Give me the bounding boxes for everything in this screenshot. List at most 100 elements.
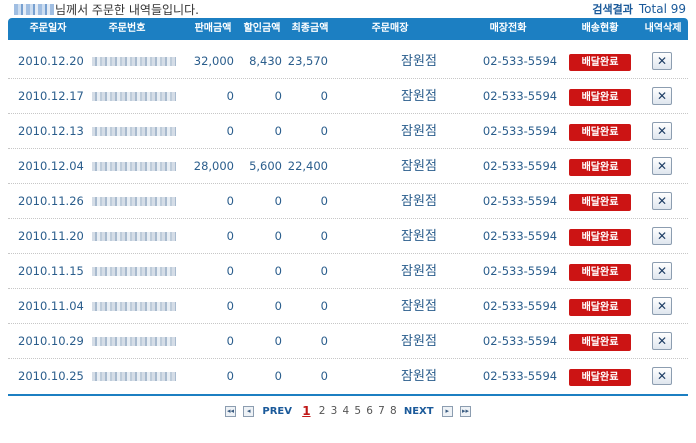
page-link[interactable]: 2: [319, 405, 326, 417]
delete-cell: ✕: [652, 149, 672, 184]
order-store: 잠원점: [401, 194, 437, 209]
order-number[interactable]: [92, 149, 178, 184]
order-store: 잠원점: [401, 229, 437, 244]
prev-page-icon[interactable]: ◂: [243, 405, 255, 417]
page-link[interactable]: 8: [390, 405, 397, 417]
order-number[interactable]: [92, 359, 178, 394]
store-phone: 02-533-5594: [482, 89, 558, 103]
page-link[interactable]: 5: [354, 405, 361, 417]
delete-icon[interactable]: ✕: [652, 157, 672, 175]
col-order-number: 주문번호: [108, 23, 146, 34]
page-link[interactable]: 7: [378, 405, 385, 417]
status-badge: 배달완료: [569, 54, 631, 71]
next-link[interactable]: NEXT: [404, 406, 434, 417]
delete-icon[interactable]: ✕: [652, 367, 672, 385]
final-amount: 0: [320, 369, 328, 383]
status-badge: 배달완료: [569, 334, 631, 351]
table-row: 2010.12.04 28,000 5,600 22,400 잠원점 02-53…: [8, 149, 688, 184]
delete-icon[interactable]: ✕: [652, 87, 672, 105]
status-badge: 배달완료: [569, 194, 631, 211]
delete-cell: ✕: [652, 44, 672, 79]
delete-cell: ✕: [652, 324, 672, 359]
order-number[interactable]: [92, 184, 178, 219]
discount-amount: 0: [274, 369, 282, 383]
order-number[interactable]: [92, 254, 178, 289]
store-phone: 02-533-5594: [482, 124, 558, 138]
delete-cell: ✕: [652, 359, 672, 394]
discount-amount: 0: [274, 334, 282, 348]
sale-amount: 0: [226, 264, 234, 278]
order-store: 잠원점: [401, 159, 437, 174]
status-badge: 배달완료: [569, 264, 631, 281]
store-phone: 02-533-5594: [482, 194, 558, 208]
col-delivery-status: 배송현황: [581, 23, 619, 34]
pagination: ◂◂ ◂ PREV 1 2 3 4 5 6 7 8 NEXT ▸ ▸▸: [0, 404, 696, 422]
delete-icon[interactable]: ✕: [652, 332, 672, 350]
order-number[interactable]: [92, 219, 178, 254]
page-link[interactable]: 6: [366, 405, 373, 417]
col-order-store: 주문매장: [371, 23, 409, 34]
last-page-icon[interactable]: ▸▸: [459, 405, 471, 417]
store-phone: 02-533-5594: [482, 334, 558, 348]
greeting: 님께서 주문한 내역들입니다.: [14, 1, 199, 18]
status-badge: 배달완료: [569, 124, 631, 141]
blurred-order-number: [92, 267, 176, 276]
sale-amount: 0: [226, 194, 234, 208]
col-sale-amount: 판매금액: [194, 23, 232, 34]
order-number[interactable]: [92, 289, 178, 324]
blurred-order-number: [92, 162, 176, 171]
delete-icon[interactable]: ✕: [652, 297, 672, 315]
first-page-icon[interactable]: ◂◂: [225, 405, 237, 417]
col-order-date: 주문일자: [29, 23, 67, 34]
order-number[interactable]: [92, 79, 178, 114]
sale-amount: 0: [226, 124, 234, 138]
order-store: 잠원점: [401, 264, 437, 279]
delivery-status: 배달완료: [569, 219, 631, 254]
sale-amount: 0: [226, 299, 234, 313]
delivery-status: 배달완료: [569, 289, 631, 324]
status-badge: 배달완료: [569, 159, 631, 176]
delete-icon[interactable]: ✕: [652, 262, 672, 280]
store-phone: 02-533-5594: [482, 54, 558, 68]
delete-cell: ✕: [652, 219, 672, 254]
prev-link[interactable]: PREV: [262, 406, 292, 417]
discount-amount: 0: [274, 124, 282, 138]
order-date: 2010.11.26: [18, 194, 84, 208]
order-number[interactable]: [92, 44, 178, 79]
table-row: 2010.11.15 0 0 0 잠원점 02-533-5594 배달완료 ✕: [8, 254, 688, 289]
col-discount-amount: 할인금액: [243, 23, 281, 34]
page-link-current[interactable]: 1: [302, 404, 310, 418]
store-phone: 02-533-5594: [482, 264, 558, 278]
blurred-order-number: [92, 57, 176, 66]
order-number[interactable]: [92, 324, 178, 359]
sale-amount: 28,000: [193, 159, 234, 173]
table-header: 주문일자 주문번호 판매금액 할인금액 최종금액 주문매장 매장전화 배송현황 …: [8, 18, 688, 40]
delete-icon[interactable]: ✕: [652, 52, 672, 70]
delete-cell: ✕: [652, 79, 672, 114]
final-amount: 0: [320, 334, 328, 348]
next-page-icon[interactable]: ▸: [441, 405, 453, 417]
delete-icon[interactable]: ✕: [652, 227, 672, 245]
table-row: 2010.12.20 32,000 8,430 23,570 잠원점 02-53…: [8, 44, 688, 79]
status-badge: 배달완료: [569, 299, 631, 316]
discount-amount: 0: [274, 89, 282, 103]
order-date: 2010.11.04: [18, 299, 84, 313]
final-amount: 22,400: [287, 159, 328, 173]
page-link[interactable]: 4: [342, 405, 349, 417]
sale-amount: 0: [226, 229, 234, 243]
delete-cell: ✕: [652, 114, 672, 149]
delete-icon[interactable]: ✕: [652, 122, 672, 140]
delivery-status: 배달완료: [569, 114, 631, 149]
discount-amount: 0: [274, 264, 282, 278]
final-amount: 0: [320, 264, 328, 278]
blurred-order-number: [92, 337, 176, 346]
final-amount: 0: [320, 229, 328, 243]
page-link[interactable]: 3: [331, 405, 338, 417]
blurred-order-number: [92, 127, 176, 136]
order-date: 2010.10.29: [18, 334, 84, 348]
table-row: 2010.11.04 0 0 0 잠원점 02-533-5594 배달완료 ✕: [8, 289, 688, 324]
final-amount: 23,570: [287, 54, 328, 68]
delivery-status: 배달완료: [569, 149, 631, 184]
delete-icon[interactable]: ✕: [652, 192, 672, 210]
order-number[interactable]: [92, 114, 178, 149]
